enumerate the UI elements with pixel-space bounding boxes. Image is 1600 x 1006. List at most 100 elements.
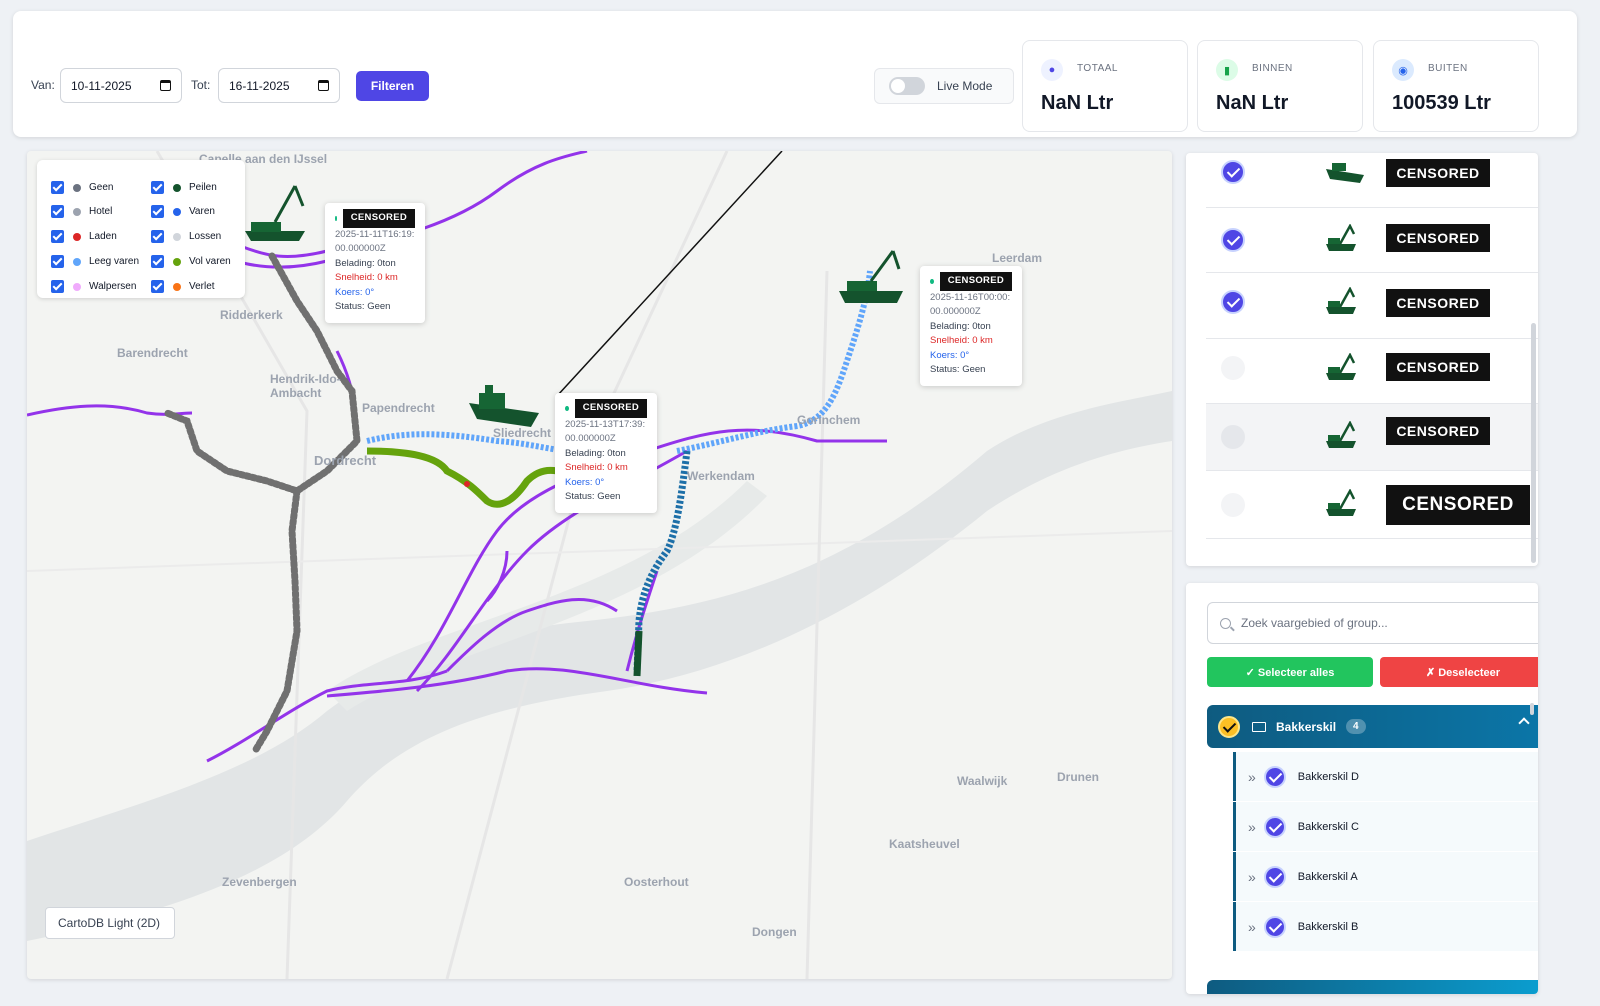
track-line <box>556 151 783 397</box>
legend-item-verlet[interactable]: Verlet <box>151 280 215 293</box>
area-checkbox[interactable] <box>1263 765 1286 788</box>
popup-snelheid: Snelheid: 0 km <box>335 272 398 283</box>
live-mode-toggle[interactable]: Live Mode <box>874 68 1014 104</box>
status-dot <box>930 278 934 284</box>
to-label: Tot: <box>191 78 211 92</box>
stat-label: BUITEN <box>1428 63 1468 74</box>
place-label: Oosterhout <box>624 875 689 889</box>
vessel-row[interactable]: CENSORED <box>1206 273 1538 339</box>
vessel-checkbox[interactable] <box>1221 493 1245 517</box>
area-item[interactable]: » Bakkerskil D <box>1233 752 1538 801</box>
legend-color-dot <box>173 282 181 291</box>
expand-icon[interactable]: » <box>1248 769 1256 785</box>
deselect-button[interactable]: ✗ Deselecteer <box>1380 657 1538 687</box>
vessel-popup: CENSORED 2025-11-16T00:00:00.000000Z Bel… <box>920 266 1022 386</box>
from-date-value: 10-11-2025 <box>71 78 132 93</box>
vessel-checkbox[interactable] <box>1221 228 1245 252</box>
legend-checkbox[interactable] <box>51 181 64 194</box>
legend-label: Walpersen <box>89 281 137 292</box>
place-label: Leerdam <box>992 251 1043 265</box>
legend-item-varen[interactable]: Varen <box>151 205 215 218</box>
legend-label: Varen <box>189 206 215 217</box>
legend-checkbox[interactable] <box>151 205 164 218</box>
select-all-button[interactable]: ✓ Selecteer alles <box>1207 657 1373 687</box>
scrollbar[interactable] <box>1530 703 1534 715</box>
legend-color-dot <box>173 207 181 216</box>
area-checkbox[interactable] <box>1263 865 1286 888</box>
basemap-selector[interactable]: CartoDB Light (2D) <box>45 907 175 939</box>
group-header-next[interactable] <box>1207 980 1538 994</box>
legend-item-geen[interactable]: Geen <box>51 181 113 194</box>
legend-item-vol-varen[interactable]: Vol varen <box>151 255 231 268</box>
expand-icon[interactable]: » <box>1248 869 1256 885</box>
place-label: Dongen <box>752 925 797 939</box>
group-name: Bakkerskil <box>1276 719 1337 734</box>
legend-item-laden[interactable]: Laden <box>51 230 117 243</box>
legend-item-leeg-varen[interactable]: Leeg varen <box>51 255 139 268</box>
calendar-icon[interactable] <box>318 80 329 91</box>
legend-checkbox[interactable] <box>151 230 164 243</box>
legend-checkbox[interactable] <box>151 255 164 268</box>
legend-color-dot <box>73 232 81 241</box>
vessel-row[interactable]: CENSORED <box>1206 208 1538 273</box>
to-date-input[interactable]: 16-11-2025 <box>218 68 340 103</box>
group-header-bakkerskil[interactable]: Bakkerskil 4 <box>1207 705 1538 748</box>
vessel-row[interactable]: CENSORED <box>1206 153 1538 208</box>
vessel-checkbox[interactable] <box>1221 290 1245 314</box>
area-item[interactable]: » Bakkerskil B <box>1233 902 1538 951</box>
place-label: Dordrecht <box>314 453 377 468</box>
crane-ship-icon[interactable] <box>245 185 305 241</box>
vessel-row[interactable]: CENSORED <box>1206 339 1538 404</box>
from-date-input[interactable]: 10-11-2025 <box>60 68 182 103</box>
area-checkbox[interactable] <box>1263 815 1286 838</box>
popup-status: Status: Geen <box>930 364 986 375</box>
legend-checkbox[interactable] <box>51 255 64 268</box>
toggle-switch[interactable] <box>889 77 925 95</box>
area-item[interactable]: » Bakkerskil C <box>1233 802 1538 851</box>
vessel-checkbox[interactable] <box>1221 160 1245 184</box>
folder-icon <box>1252 721 1266 732</box>
track-vol-varen <box>366 447 558 508</box>
map-view[interactable]: Capelle aan den IJssel Ridderkerk Barend… <box>27 151 1172 979</box>
area-label: Bakkerskil D <box>1297 770 1359 783</box>
legend-checkbox[interactable] <box>51 280 64 293</box>
expand-icon[interactable]: » <box>1248 819 1256 835</box>
scrollbar[interactable] <box>1531 323 1536 563</box>
calendar-icon[interactable] <box>160 80 171 91</box>
legend-checkbox[interactable] <box>151 280 164 293</box>
vessel-checkbox[interactable] <box>1221 356 1245 380</box>
legend-item-peilen[interactable]: Peilen <box>151 181 217 194</box>
legend-label: Peilen <box>189 182 217 193</box>
group-checkbox[interactable] <box>1218 715 1240 738</box>
vessel-row[interactable]: CENSORED <box>1206 404 1538 471</box>
area-group-panel: Zoek vaargebied of group... ✓ Selecteer … <box>1186 583 1538 994</box>
tug-boat-icon[interactable] <box>469 385 539 427</box>
legend-item-walpersen[interactable]: Walpersen <box>51 280 136 293</box>
place-label: Gorinchem <box>797 413 861 427</box>
legend-checkbox[interactable] <box>151 181 164 194</box>
vessel-name-tag: CENSORED <box>1386 224 1490 252</box>
area-checkbox[interactable] <box>1263 915 1286 938</box>
search-input[interactable]: Zoek vaargebied of group... <box>1207 602 1538 644</box>
vessel-checkbox[interactable] <box>1221 425 1245 449</box>
filter-button[interactable]: Filteren <box>356 71 429 101</box>
stat-card-binnen: ▮ BINNEN NaN Ltr <box>1197 40 1363 132</box>
live-mode-label: Live Mode <box>937 79 993 93</box>
place-label: Drunen <box>1057 770 1099 784</box>
legend-checkbox[interactable] <box>51 205 64 218</box>
expand-icon[interactable]: » <box>1248 919 1256 935</box>
chevron-up-icon[interactable] <box>1518 717 1530 729</box>
legend-color-dot <box>73 257 81 266</box>
legend-label: Leeg varen <box>89 256 140 267</box>
legend-item-lossen[interactable]: Lossen <box>151 230 221 243</box>
stat-card-buiten: ◉ BUITEN 100539 Ltr <box>1373 40 1539 132</box>
legend-label: Vol varen <box>189 256 231 267</box>
popup-snelheid: Snelheid: 0 km <box>565 462 628 473</box>
legend-checkbox[interactable] <box>51 230 64 243</box>
track-laden-point <box>464 481 470 487</box>
vessel-row[interactable]: CENSORED <box>1206 471 1538 539</box>
legend-item-hotel[interactable]: Hotel <box>51 205 112 218</box>
from-label: Van: <box>31 78 55 92</box>
area-item[interactable]: » Bakkerskil A <box>1233 852 1538 901</box>
vessel-name-tag: CENSORED <box>939 272 1012 291</box>
